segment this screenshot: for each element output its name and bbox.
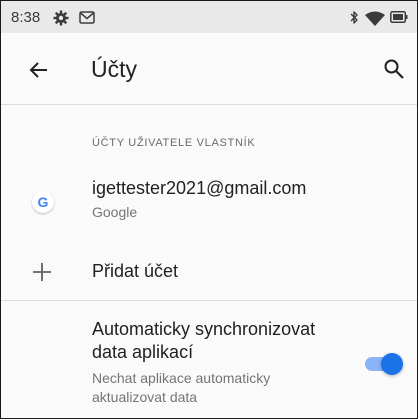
account-email: igettester2021@gmail.com bbox=[92, 178, 307, 198]
add-account-item[interactable]: Přidat účet bbox=[1, 248, 417, 296]
add-account-label: Přidat účet bbox=[92, 261, 179, 281]
gmail-icon bbox=[79, 11, 95, 29]
google-icon-letter: G bbox=[37, 194, 49, 210]
wifi-icon bbox=[365, 11, 385, 31]
bluetooth-icon bbox=[349, 10, 359, 30]
toggle-thumb bbox=[381, 353, 403, 375]
status-time: 8:38 bbox=[11, 9, 41, 26]
section-header: ÚČTY UŽIVATELE VLASTNÍK bbox=[92, 137, 256, 149]
app-bar: Účty bbox=[1, 33, 417, 105]
auto-sync-toggle[interactable] bbox=[363, 353, 403, 375]
auto-sync-setting[interactable]: Automaticky synchronizovat data aplikací… bbox=[1, 301, 417, 418]
plus-icon bbox=[30, 260, 54, 284]
status-bar: 8:38 bbox=[1, 1, 417, 33]
auto-sync-summary: Nechat aplikace automaticky aktualizovat… bbox=[92, 370, 271, 405]
account-item[interactable]: G igettester2021@gmail.com Google bbox=[1, 166, 417, 230]
auto-sync-title: Automaticky synchronizovat data aplikací bbox=[92, 319, 316, 362]
search-icon[interactable] bbox=[382, 57, 406, 81]
screen: 8:38 Účty ÚČTY UŽIVATELE VLASTNÍK G iget… bbox=[0, 0, 418, 419]
google-icon: G bbox=[32, 191, 54, 213]
account-provider: Google bbox=[92, 204, 138, 220]
arrow-back-icon[interactable] bbox=[27, 58, 51, 82]
app-bar-divider bbox=[1, 104, 417, 105]
battery-icon bbox=[390, 10, 408, 29]
page-title: Účty bbox=[91, 56, 137, 82]
settings-gear-icon bbox=[53, 10, 69, 31]
